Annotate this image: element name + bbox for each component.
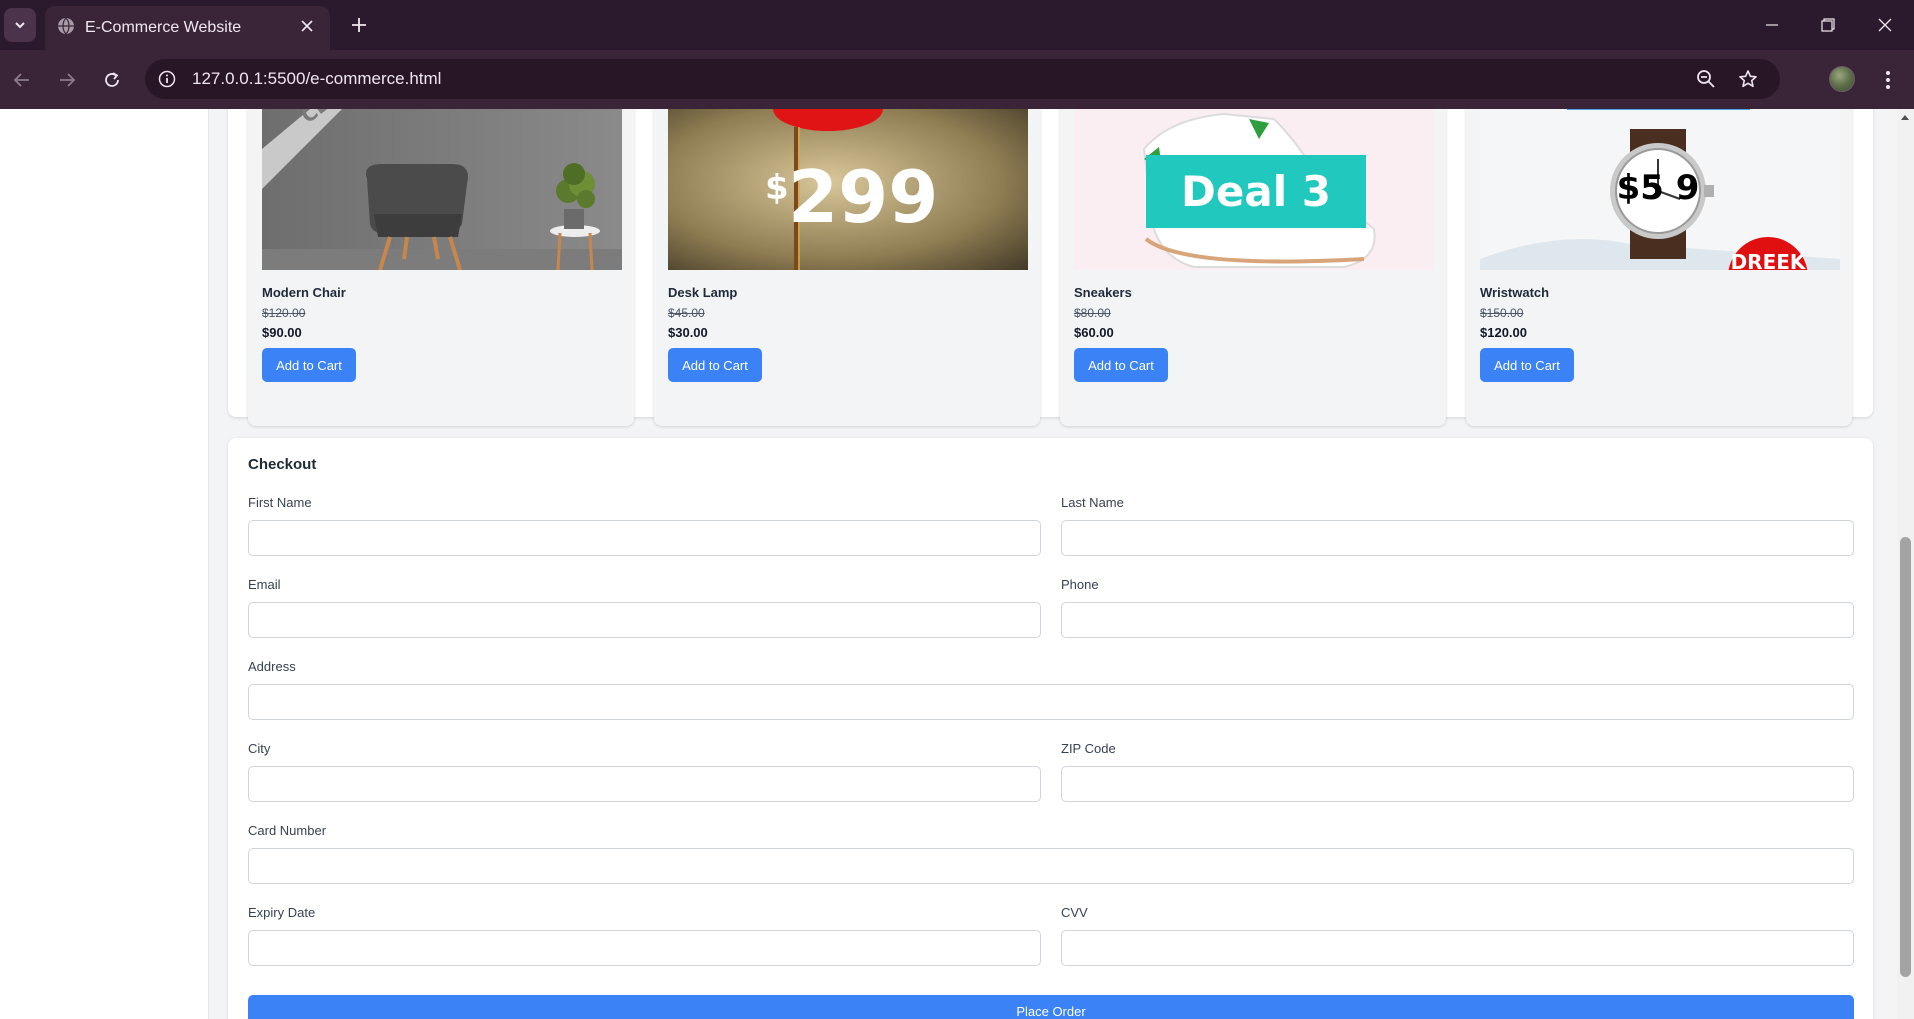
- address-label: Address: [248, 659, 296, 674]
- product-name: Wristwatch: [1480, 285, 1550, 300]
- product-price: $90.00: [262, 325, 302, 340]
- product-name: Desk Lamp: [668, 285, 738, 300]
- checkout-form: Checkout First Name Last Name Email Phon…: [228, 438, 1873, 1019]
- reload-icon: [105, 72, 119, 87]
- product-old-price: $45.00: [668, 306, 705, 320]
- place-order-button[interactable]: Place Order: [248, 995, 1854, 1019]
- arrow-right-icon: [60, 73, 76, 87]
- product-old-price: $150.00: [1480, 306, 1524, 320]
- restore-button[interactable]: [1808, 10, 1848, 40]
- email-input[interactable]: [248, 602, 1041, 638]
- zoom-icon[interactable]: [1692, 65, 1720, 93]
- profile-avatar[interactable]: [1829, 66, 1855, 92]
- sneakers-deal-text: Deal 3: [1181, 167, 1331, 216]
- close-icon: [1878, 18, 1892, 32]
- address-bar[interactable]: 127.0.0.1:5500/e-commerce.html: [145, 59, 1780, 99]
- cvv-label: CVV: [1061, 905, 1088, 920]
- new-tab-button[interactable]: [346, 12, 372, 38]
- product-name: Modern Chair: [262, 285, 346, 300]
- globe-icon: [58, 17, 74, 35]
- product-image-sneakers: Deal 3: [1074, 109, 1434, 270]
- browser-tab-bar: E-Commerce Website: [0, 0, 1914, 50]
- product-image-watch: $5 9 DREEK: [1480, 109, 1840, 270]
- site-info-icon[interactable]: [153, 65, 181, 93]
- product-price: $60.00: [1074, 325, 1114, 340]
- product-name: Sneakers: [1074, 285, 1132, 300]
- product-old-price: $80.00: [1074, 306, 1111, 320]
- bookmark-star-icon[interactable]: [1734, 65, 1762, 93]
- lamp-currency-text: $: [765, 168, 789, 208]
- city-input[interactable]: [248, 766, 1041, 802]
- reload-button[interactable]: [96, 64, 128, 96]
- phone-input[interactable]: [1061, 602, 1854, 638]
- minimize-button[interactable]: [1752, 10, 1792, 40]
- address-input[interactable]: [248, 684, 1854, 720]
- forward-button[interactable]: [51, 64, 83, 96]
- expiry-input[interactable]: [248, 930, 1041, 966]
- product-image-lamp: $ 299: [668, 109, 1028, 270]
- product-grid: CL Modern Chair $120.00 $90.00 Add to Ca…: [228, 109, 1873, 426]
- card-number-label: Card Number: [248, 823, 327, 838]
- expiry-label: Expiry Date: [248, 905, 316, 920]
- tab-search-button[interactable]: [4, 8, 36, 42]
- product-card: Deal 3 Sneakers $80.00 $60.00 Add to Car…: [1060, 109, 1446, 426]
- zip-label: ZIP Code: [1061, 741, 1116, 756]
- page-scrollbar[interactable]: [1897, 109, 1914, 1019]
- scroll-up-arrow-icon[interactable]: [1901, 115, 1909, 120]
- product-image-chair: CL: [262, 109, 622, 270]
- city-label: City: [248, 741, 271, 756]
- url-text: 127.0.0.1:5500/e-commerce.html: [192, 69, 442, 88]
- phone-label: Phone: [1061, 577, 1099, 592]
- chevron-down-icon: [15, 22, 25, 29]
- checkout-title: Checkout: [248, 456, 317, 473]
- sidebar: [0, 109, 209, 1019]
- watch-price-text: $5 9: [1617, 168, 1700, 208]
- cvv-input[interactable]: [1061, 930, 1854, 966]
- product-card: $5 9 DREEK Wristwatch $150.00 $120.00 Ad…: [1466, 109, 1852, 426]
- lamp-price-text: 299: [788, 155, 938, 239]
- last-name-input[interactable]: [1061, 520, 1854, 556]
- browser-toolbar: 127.0.0.1:5500/e-commerce.html: [0, 50, 1914, 109]
- plus-icon: [352, 18, 366, 32]
- product-price: $120.00: [1480, 325, 1527, 340]
- scrollbar-thumb[interactable]: [1900, 537, 1911, 977]
- restore-icon: [1821, 18, 1835, 32]
- add-to-cart-button[interactable]: Add to Cart: [1074, 348, 1168, 382]
- page-viewport: CL Modern Chair $120.00 $90.00 Add to Ca…: [0, 109, 1914, 1019]
- add-to-cart-button[interactable]: Add to Cart: [1480, 348, 1574, 382]
- product-price: $30.00: [668, 325, 708, 340]
- browser-tab[interactable]: E-Commerce Website: [45, 6, 330, 50]
- card-number-input[interactable]: [248, 848, 1854, 884]
- first-name-input[interactable]: [248, 520, 1041, 556]
- more-vertical-icon: [1886, 71, 1890, 89]
- product-card: $ 299 Desk Lamp $45.00 $30.00 Add to Car…: [654, 109, 1040, 426]
- last-name-label: Last Name: [1061, 495, 1124, 510]
- product-card: CL Modern Chair $120.00 $90.00 Add to Ca…: [248, 109, 634, 426]
- minimize-icon: [1766, 24, 1778, 26]
- zip-input[interactable]: [1061, 766, 1854, 802]
- back-button[interactable]: [6, 64, 38, 96]
- browser-menu-button[interactable]: [1876, 64, 1900, 96]
- watch-badge-text: DREEK: [1731, 250, 1807, 270]
- close-tab-icon[interactable]: [296, 15, 318, 37]
- arrow-left-icon: [13, 73, 29, 87]
- add-to-cart-button[interactable]: Add to Cart: [262, 348, 356, 382]
- tab-title: E-Commerce Website: [85, 19, 242, 36]
- add-to-cart-button[interactable]: Add to Cart: [668, 348, 762, 382]
- email-label: Email: [248, 577, 281, 592]
- first-name-label: First Name: [248, 495, 312, 510]
- close-window-button[interactable]: [1865, 10, 1905, 40]
- product-old-price: $120.00: [262, 306, 306, 320]
